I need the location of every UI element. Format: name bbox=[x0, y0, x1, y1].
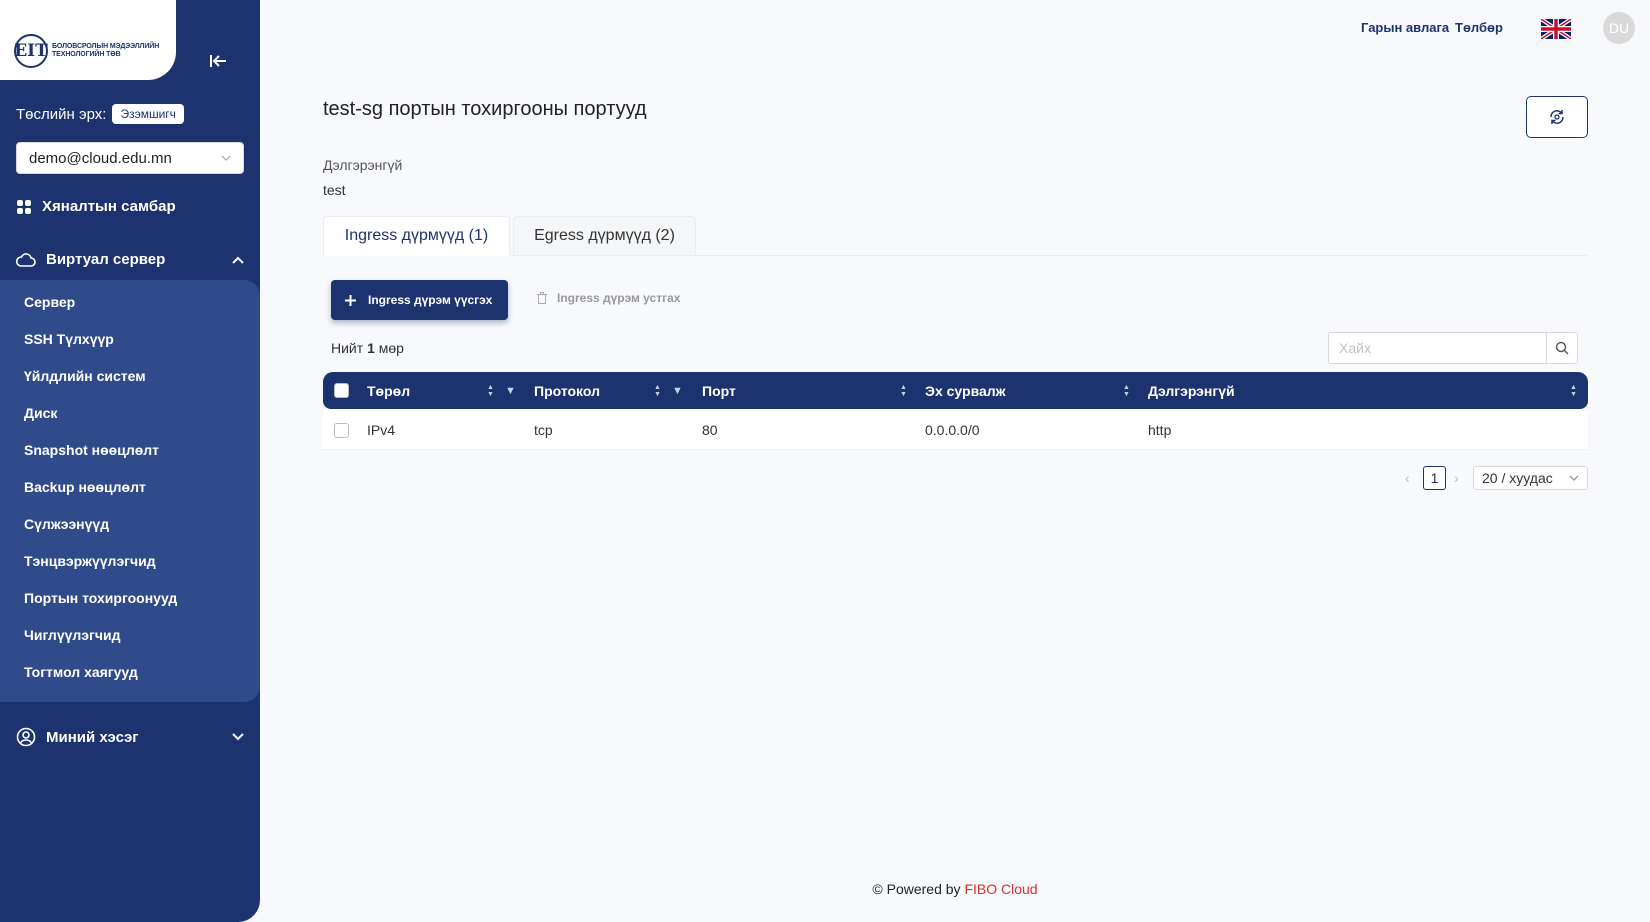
total-prefix: Нийт bbox=[331, 340, 364, 356]
description-label: Дэлгэрэнгүй bbox=[323, 157, 403, 173]
logo[interactable]: EIT БОЛОВСРОЛЫН МЭДЭЭЛЛИЙН ТЕХНОЛОГИЙН Т… bbox=[14, 34, 170, 68]
footer-prefix: © Powered by bbox=[872, 881, 961, 897]
account-value: demo@cloud.edu.mn bbox=[29, 149, 172, 167]
sort-icon[interactable]: ▲ ▼ bbox=[487, 384, 494, 398]
logo-text: БОЛОВСРОЛЫН МЭДЭЭЛЛИЙН ТЕХНОЛОГИЙН ТӨВ bbox=[52, 43, 160, 58]
column-port-label: Порт bbox=[702, 382, 736, 399]
delete-ingress-rule-button[interactable]: Ingress дүрэм устгах bbox=[537, 291, 680, 305]
column-header-type[interactable]: Төрөл ▲ ▼ ▼ bbox=[367, 372, 527, 409]
column-protocol-label: Протокол bbox=[534, 382, 600, 399]
role-label: Төслийн эрх: bbox=[16, 105, 107, 123]
footer-brand-link[interactable]: FIBO Cloud bbox=[964, 881, 1037, 897]
filter-icon[interactable]: ▼ bbox=[505, 385, 516, 397]
filter-icon[interactable]: ▼ bbox=[672, 385, 683, 397]
create-ingress-rule-button[interactable]: Ingress дүрэм үүсгэх bbox=[331, 280, 508, 320]
description-value: test bbox=[323, 182, 346, 198]
role-badge: Эзэмшигч bbox=[112, 104, 184, 124]
sort-icon[interactable]: ▲ ▼ bbox=[654, 384, 661, 398]
nav-dashboard[interactable]: Хяналтын самбар bbox=[16, 198, 244, 215]
submenu-item-ssh-key[interactable]: SSH Түлхүүр bbox=[24, 331, 114, 347]
next-page-button[interactable]: › bbox=[1454, 470, 1459, 486]
avatar[interactable]: DU bbox=[1603, 12, 1635, 44]
project-role: Төслийн эрх: Эзэмшигч bbox=[16, 104, 184, 124]
submenu-item-os[interactable]: Үйлдлийн систем bbox=[24, 368, 146, 384]
chevron-down-icon bbox=[1569, 475, 1579, 481]
logo-box: EIT БОЛОВСРОЛЫН МЭДЭЭЛЛИЙН ТЕХНОЛОГИЙН Т… bbox=[0, 0, 176, 80]
submenu-item-snapshot[interactable]: Snapshot нөөцлөлт bbox=[24, 442, 159, 458]
refresh-button[interactable] bbox=[1526, 96, 1588, 138]
collapse-sidebar-button[interactable] bbox=[200, 46, 236, 76]
create-ingress-rule-label: Ingress дүрэм үүсгэх bbox=[368, 293, 493, 307]
cloud-icon bbox=[16, 252, 36, 267]
cell-port: 80 bbox=[702, 422, 718, 438]
cell-type: IPv4 bbox=[367, 422, 396, 438]
dashboard-icon bbox=[17, 199, 31, 214]
tab-ingress[interactable]: Ingress дүрмүүд (1) bbox=[323, 216, 510, 256]
submenu-item-floating-ips[interactable]: Тогтмол хаягууд bbox=[24, 664, 138, 680]
column-header-source[interactable]: Эх сурвалж ▲ ▼ bbox=[925, 372, 1135, 409]
delete-ingress-rule-label: Ingress дүрэм устгах bbox=[557, 291, 681, 305]
trash-icon bbox=[537, 292, 547, 304]
page-size-select[interactable]: 20 / хуудас bbox=[1473, 466, 1588, 490]
chevron-up-icon bbox=[232, 256, 244, 264]
payment-link[interactable]: Төлбөр bbox=[1455, 20, 1503, 35]
column-header-port[interactable]: Порт ▲ ▼ bbox=[702, 372, 912, 409]
sort-icon[interactable]: ▲ ▼ bbox=[1123, 384, 1130, 398]
column-header-protocol[interactable]: Протокол ▲ ▼ ▼ bbox=[534, 372, 694, 409]
total-suffix: мөр bbox=[378, 340, 404, 356]
total-number: 1 bbox=[367, 340, 375, 356]
total-count: Нийт 1 мөр bbox=[331, 340, 404, 356]
search-input[interactable] bbox=[1329, 333, 1546, 363]
column-header-description[interactable]: Дэлгэрэнгүй ▲ ▼ bbox=[1148, 372, 1582, 409]
virtual-server-submenu: Сервер SSH Түлхүүр Үйлдлийн систем Диск … bbox=[0, 280, 260, 702]
table-header: Төрөл ▲ ▼ ▼ Протокол ▲ ▼ ▼ Порт ▲ ▼ Эх сурв… bbox=[323, 372, 1588, 409]
nav-virtual-server-label: Виртуал сервер bbox=[46, 251, 166, 268]
nav-my-section-label: Миний хэсэг bbox=[46, 728, 139, 746]
search-icon bbox=[1555, 341, 1569, 355]
account-select[interactable]: demo@cloud.edu.mn bbox=[16, 142, 244, 174]
chevron-down-icon bbox=[221, 155, 231, 161]
column-description-label: Дэлгэрэнгүй bbox=[1148, 382, 1235, 399]
sort-icon[interactable]: ▲ ▼ bbox=[900, 384, 907, 398]
column-source-label: Эх сурвалж bbox=[925, 382, 1006, 399]
search-box bbox=[1328, 332, 1578, 364]
row-select-cell bbox=[334, 410, 349, 450]
table-row[interactable]: IPv4 tcp 80 0.0.0.0/0 http bbox=[323, 410, 1588, 450]
logo-mark: EIT bbox=[14, 34, 48, 68]
page-number-button[interactable]: 1 bbox=[1423, 466, 1446, 490]
sidebar: EIT БОЛОВСРОЛЫН МЭДЭЭЛЛИЙН ТЕХНОЛОГИЙН Т… bbox=[0, 0, 260, 922]
sort-icon[interactable]: ▲ ▼ bbox=[1570, 384, 1577, 398]
uk-flag-icon[interactable] bbox=[1541, 19, 1571, 39]
nav-dashboard-label: Хяналтын самбар bbox=[42, 198, 176, 215]
submenu-item-routers[interactable]: Чиглүүлэгчид bbox=[24, 627, 120, 643]
prev-page-button[interactable]: ‹ bbox=[1405, 470, 1410, 486]
cell-source: 0.0.0.0/0 bbox=[925, 422, 980, 438]
cell-protocol: tcp bbox=[534, 422, 553, 438]
row-checkbox[interactable] bbox=[334, 422, 349, 438]
cell-description: http bbox=[1148, 422, 1172, 438]
submenu-item-disk[interactable]: Диск bbox=[24, 405, 57, 421]
submenu-item-load-balancers[interactable]: Тэнцвэржүүлэгчид bbox=[24, 553, 156, 569]
submenu-item-backup[interactable]: Backup нөөцлөлт bbox=[24, 479, 146, 495]
search-button[interactable] bbox=[1546, 333, 1577, 363]
submenu-item-networks[interactable]: Сүлжээнүүд bbox=[24, 516, 109, 532]
chevron-down-icon bbox=[232, 733, 244, 741]
submenu-item-server[interactable]: Сервер bbox=[24, 294, 75, 310]
submenu-item-security-groups[interactable]: Портын тохиргоонууд bbox=[24, 590, 177, 606]
page-title: test-sg портын тохиргооны портууд bbox=[323, 98, 647, 120]
footer: © Powered by FIBO Cloud bbox=[0, 881, 1650, 897]
user-circle-icon bbox=[16, 727, 36, 747]
select-all-cell bbox=[334, 372, 349, 409]
plus-icon bbox=[345, 294, 356, 306]
page-size-value: 20 / хуудас bbox=[1482, 470, 1553, 486]
guide-link[interactable]: Гарын авлага bbox=[1361, 20, 1449, 35]
collapse-left-icon bbox=[210, 55, 226, 67]
nav-my-section[interactable]: Миний хэсэг bbox=[16, 727, 244, 747]
select-all-checkbox[interactable] bbox=[334, 383, 349, 398]
nav-virtual-server[interactable]: Виртуал сервер bbox=[16, 251, 244, 268]
tab-egress[interactable]: Egress дүрмүүд (2) bbox=[513, 216, 696, 256]
refresh-icon bbox=[1550, 110, 1564, 124]
column-type-label: Төрөл bbox=[367, 382, 411, 399]
